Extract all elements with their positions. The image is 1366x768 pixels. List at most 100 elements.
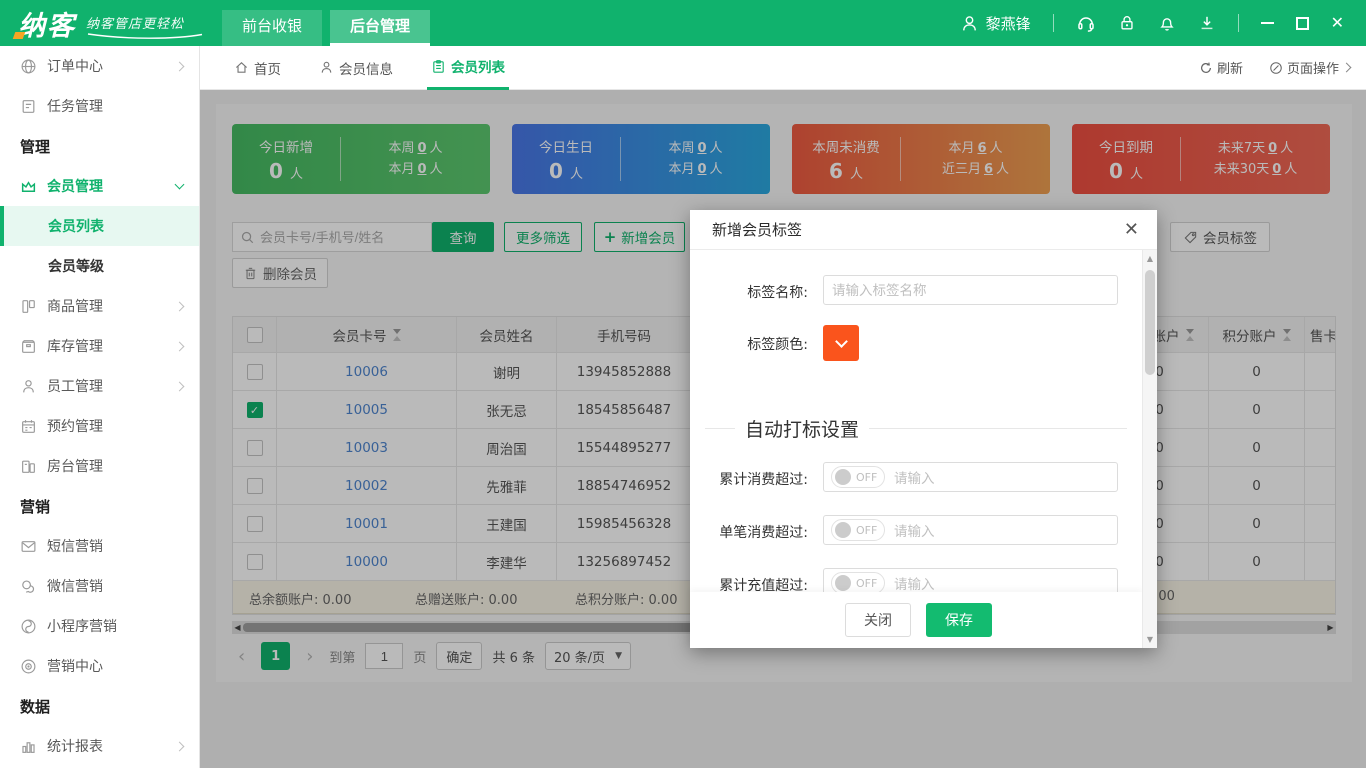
- staff-icon: [20, 378, 37, 395]
- crown-icon: [20, 178, 37, 195]
- sidebar-item-member-level[interactable]: 会员等级: [0, 246, 199, 286]
- list-icon: [431, 59, 446, 74]
- page-actions-button[interactable]: 页面操作: [1269, 58, 1350, 77]
- cumulative-spend-field: OFF 请输入: [823, 462, 1118, 492]
- titlebar-separator: [1053, 14, 1054, 32]
- toggle-knob: [835, 575, 851, 591]
- nav-tab-backoffice[interactable]: 后台管理: [330, 10, 430, 46]
- goods-icon: [20, 298, 37, 315]
- page-actions-icon: [1269, 61, 1283, 75]
- tag-color-label: 标签颜色:: [690, 334, 808, 354]
- add-member-tag-modal: 新增会员标签 ✕ 标签名称: 标签颜色: 自动打标设置 累计消费超过: OFF …: [690, 210, 1157, 648]
- scroll-up-icon[interactable]: ▲: [1143, 254, 1157, 263]
- cumulative-recharge-toggle[interactable]: OFF: [831, 572, 885, 594]
- chart-icon: [20, 738, 37, 755]
- cumulative-spend-toggle[interactable]: OFF: [831, 466, 885, 488]
- page-tabbar: 首页 会员信息 会员列表 刷新 页面操作: [200, 46, 1366, 90]
- single-spend-toggle[interactable]: OFF: [831, 519, 885, 541]
- chevron-right-icon: [175, 341, 185, 351]
- wechat-icon: [20, 578, 37, 595]
- modal-close-button[interactable]: ✕: [1124, 221, 1139, 239]
- sidebar-item-wechat-marketing[interactable]: 微信营销: [0, 566, 199, 606]
- sidebar-item-staff-mgmt[interactable]: 员工管理: [0, 366, 199, 406]
- modal-cancel-button[interactable]: 关闭: [845, 603, 911, 637]
- refresh-button[interactable]: 刷新: [1199, 58, 1243, 77]
- sidebar-item-sms-marketing[interactable]: 短信营销: [0, 526, 199, 566]
- sidebar-item-member-list[interactable]: 会员列表: [0, 206, 199, 246]
- sidebar-item-inventory-mgmt[interactable]: 库存管理: [0, 326, 199, 366]
- sidebar-section-data: 数据: [0, 686, 199, 726]
- bell-icon[interactable]: [1158, 14, 1176, 32]
- window-close-button[interactable]: ✕: [1331, 15, 1344, 31]
- sidebar-item-booking-mgmt[interactable]: 预约管理: [0, 406, 199, 446]
- single-spend-input[interactable]: 请输入: [894, 520, 935, 540]
- sidebar-item-marketing-center[interactable]: 营销中心: [0, 646, 199, 686]
- download-icon[interactable]: [1198, 14, 1216, 32]
- tag-name-label: 标签名称:: [690, 282, 808, 302]
- cumulative-recharge-input[interactable]: 请输入: [894, 573, 935, 593]
- cumulative-spend-input[interactable]: 请输入: [894, 467, 935, 487]
- sidebar-item-member-mgmt[interactable]: 会员管理: [0, 166, 199, 206]
- toggle-knob: [835, 469, 851, 485]
- tab-home[interactable]: 首页: [230, 46, 285, 90]
- support-headset-icon[interactable]: [1076, 13, 1096, 33]
- modal-scrollbar[interactable]: ▲ ▼: [1142, 250, 1157, 648]
- close-icon: ✕: [1331, 15, 1344, 31]
- modal-footer: 关闭 保存: [690, 592, 1142, 648]
- chevron-down-icon: [835, 335, 848, 348]
- window-maximize-button[interactable]: [1296, 17, 1309, 30]
- auto-tag-section-header: 自动打标设置: [690, 415, 1127, 442]
- sidebar-item-miniapp-marketing[interactable]: 小程序营销: [0, 606, 199, 646]
- sidebar-item-order-center[interactable]: 订单中心: [0, 46, 199, 86]
- tag-color-swatch[interactable]: [823, 325, 859, 361]
- modal-title: 新增会员标签: [712, 219, 802, 240]
- user-account[interactable]: 黎燕锋: [960, 13, 1031, 34]
- chevron-right-icon: [175, 61, 185, 71]
- calendar-icon: [20, 418, 37, 435]
- home-icon: [234, 60, 249, 75]
- sms-icon: [20, 538, 37, 555]
- minimize-icon: [1261, 22, 1274, 24]
- sidebar-item-task-mgmt[interactable]: 任务管理: [0, 86, 199, 126]
- maximize-icon: [1296, 17, 1309, 30]
- tab-member-list[interactable]: 会员列表: [427, 46, 509, 90]
- room-icon: [20, 458, 37, 475]
- miniapp-icon: [20, 618, 37, 635]
- lock-icon[interactable]: [1118, 14, 1136, 32]
- titlebar: 纳客 纳客管店更轻松 前台收银 后台管理 黎燕锋 ✕: [0, 0, 1366, 46]
- user-icon: [960, 14, 979, 33]
- sidebar: 订单中心 任务管理 管理 会员管理 会员列表 会员等级 商品管理 库存管理 员工…: [0, 46, 200, 768]
- tab-member-info[interactable]: 会员信息: [315, 46, 397, 90]
- single-spend-label: 单笔消费超过:: [690, 522, 808, 542]
- task-icon: [20, 98, 37, 115]
- titlebar-separator: [1238, 14, 1239, 32]
- tagline-swoosh-icon: [86, 32, 204, 39]
- scrollbar-thumb[interactable]: [1145, 270, 1155, 375]
- tag-name-input[interactable]: [823, 275, 1118, 305]
- sidebar-item-statistics[interactable]: 统计报表: [0, 726, 199, 766]
- logo-tagline: 纳客管店更轻松: [86, 13, 204, 43]
- refresh-icon: [1199, 61, 1213, 75]
- main-nav-tabs: 前台收银 后台管理: [222, 10, 430, 46]
- sidebar-section-management: 管理: [0, 126, 199, 166]
- chevron-right-icon: [1342, 63, 1352, 73]
- chevron-right-icon: [175, 381, 185, 391]
- sidebar-item-goods-mgmt[interactable]: 商品管理: [0, 286, 199, 326]
- username: 黎燕锋: [986, 13, 1031, 34]
- person-icon: [319, 60, 334, 75]
- toggle-knob: [835, 522, 851, 538]
- logo-text: 纳客: [18, 4, 76, 43]
- section-title: 自动打标设置: [745, 415, 859, 442]
- modal-header: 新增会员标签 ✕: [690, 210, 1157, 250]
- window-minimize-button[interactable]: [1261, 22, 1274, 24]
- scroll-down-icon[interactable]: ▼: [1143, 635, 1157, 644]
- close-icon: ✕: [1124, 219, 1139, 240]
- chevron-down-icon: [175, 180, 185, 190]
- modal-save-button[interactable]: 保存: [926, 603, 992, 637]
- chevron-right-icon: [175, 301, 185, 311]
- sidebar-section-marketing: 营销: [0, 486, 199, 526]
- sidebar-item-room-mgmt[interactable]: 房台管理: [0, 446, 199, 486]
- nav-tab-cashier[interactable]: 前台收银: [222, 10, 322, 46]
- globe-icon: [20, 58, 37, 75]
- chevron-right-icon: [175, 741, 185, 751]
